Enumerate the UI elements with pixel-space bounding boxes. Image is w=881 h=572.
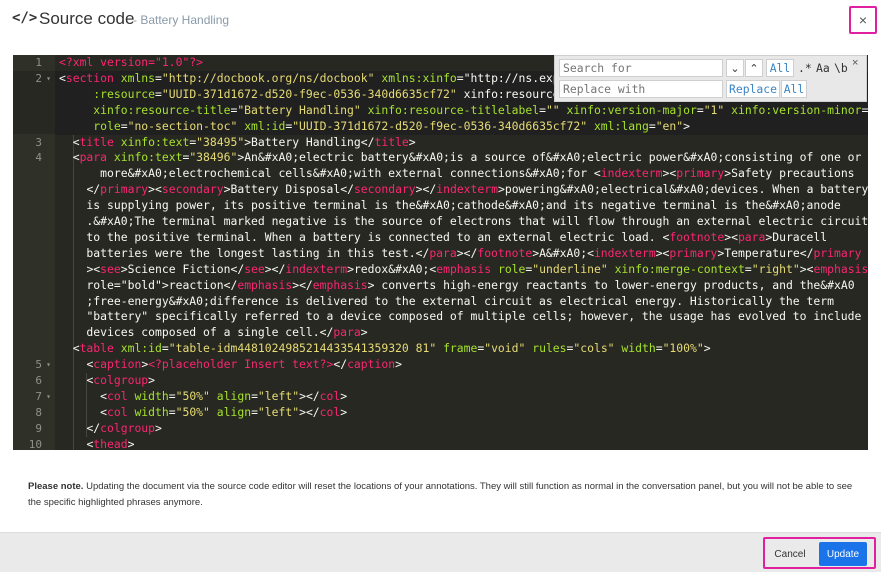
code-line: <title xinfo:text="38495">Battery Handli… <box>72 134 416 149</box>
replace-input[interactable] <box>559 80 723 98</box>
regex-toggle[interactable]: .* <box>798 59 812 77</box>
line-number <box>13 182 55 198</box>
line-number: 3 <box>13 135 55 151</box>
line-number <box>13 86 55 103</box>
case-sensitive-toggle[interactable]: Aa <box>816 59 830 77</box>
line-number-text: 7 <box>35 389 42 403</box>
line-number-text: 9 <box>35 421 42 435</box>
update-button[interactable]: Update <box>819 542 867 566</box>
code-line: xinfo:resource-title="Battery Handling" … <box>93 102 868 117</box>
line-number <box>13 230 55 246</box>
code-area[interactable]: <?xml version="1.0"?> <section xmlns="htt… <box>55 55 868 450</box>
line-number: 4 <box>13 150 55 166</box>
code-line: <colgroup> <box>86 373 156 387</box>
chevron-up-icon: ⌃ <box>749 62 759 75</box>
line-number: 10 <box>13 437 55 450</box>
code-line: batteries were the longest lasting in th… <box>59 245 862 260</box>
whole-word-toggle[interactable]: \b <box>834 59 848 77</box>
code-line: <col width="50%" align="left"></col> <box>100 404 348 419</box>
close-icon: × <box>858 12 868 28</box>
line-number <box>13 198 55 214</box>
line-number <box>13 166 55 182</box>
find-all-button[interactable]: All <box>766 59 794 77</box>
line-number: 6 <box>13 373 55 389</box>
cancel-button[interactable]: Cancel <box>769 542 811 566</box>
code-line: <col width="50%" align="left"></col> <box>100 388 348 403</box>
line-number-text: 10 <box>28 437 42 450</box>
code-line: <table xml:id="table-idm4481024985214433… <box>72 341 711 356</box>
close-button[interactable]: × <box>849 6 877 34</box>
code-line: .&#xA0;The terminal marked negative is t… <box>59 214 868 228</box>
code-line: :resource="UUID-371d1672-d520-f9ec-0536-… <box>93 86 581 101</box>
search-input[interactable] <box>559 59 723 77</box>
fold-toggle-icon[interactable]: ▾ <box>46 389 51 405</box>
note-heading: Please note. <box>28 481 84 492</box>
code-line: "battery" specifically referred to a dev… <box>86 309 862 324</box>
replace-all-button[interactable]: All <box>781 80 807 98</box>
code-line: <thead> <box>86 436 135 450</box>
code-line: </primary><secondary>Battery Disposal</s… <box>86 182 868 197</box>
line-number-text: 1 <box>35 56 42 69</box>
dialog-title: Source code <box>39 9 135 28</box>
line-number-text: 4 <box>35 151 42 165</box>
replace-button[interactable]: Replace <box>726 80 780 98</box>
line-number <box>13 118 55 135</box>
line-number-text: 3 <box>35 135 42 149</box>
dialog-header: </> Source code - Battery Handling × <box>0 0 881 40</box>
code-line: ;free-energy&#xA0;difference is delivere… <box>59 293 834 308</box>
dialog-subtitle: - Battery Handling <box>133 13 230 27</box>
chevron-down-icon: ⌄ <box>730 62 740 75</box>
line-number <box>13 294 55 310</box>
warning-note: Please note. Updating the document via t… <box>28 479 858 510</box>
line-number: 1 <box>13 55 55 71</box>
note-text: Updating the document via the source cod… <box>28 481 853 508</box>
code-line: <?xml version="1.0"?> <box>59 55 204 69</box>
fold-toggle-icon[interactable]: ▾ <box>46 357 51 373</box>
code-line: devices composed of a single cell.</para… <box>59 325 368 340</box>
code-line: is supplying power, its positive termina… <box>59 198 841 213</box>
line-number-gutter: 12▾345▾67▾891011▾ <box>13 55 55 450</box>
line-number-text: 2 <box>35 71 42 85</box>
line-number-text: 8 <box>35 405 42 419</box>
dialog-footer <box>0 532 881 572</box>
line-number <box>13 214 55 230</box>
code-line: more&#xA0;electrochemical cells&#xA0;wit… <box>59 166 855 181</box>
line-number <box>13 278 55 294</box>
code-line: role="no-section-toc" xml:id="UUID-371d1… <box>93 118 690 133</box>
fold-toggle-icon[interactable]: ▾ <box>46 71 51 87</box>
code-line: <caption><?placeholder Insert text?></ca… <box>86 357 402 372</box>
line-number <box>13 341 55 357</box>
find-previous-button[interactable]: ⌃ <box>745 59 763 77</box>
code-line: to the positive terminal. When a battery… <box>59 229 828 244</box>
line-number: 9 <box>13 421 55 437</box>
code-editor[interactable]: 12▾345▾67▾891011▾ <?xml version="1.0"?><… <box>13 55 868 450</box>
code-line: <para xinfo:text="38496">An&#xA0;electri… <box>72 150 862 165</box>
line-number-text: 6 <box>35 374 42 387</box>
line-number <box>13 325 55 341</box>
code-icon: </> <box>12 10 38 26</box>
line-number: 2 ▾ <box>13 70 55 87</box>
code-line: ><see>Science Fiction</see></indexterm>r… <box>86 261 868 276</box>
search-close-icon[interactable]: × <box>852 57 858 69</box>
line-number: 5 ▾ <box>13 357 55 373</box>
line-number <box>13 262 55 278</box>
line-number <box>13 246 55 262</box>
line-number <box>13 102 55 119</box>
search-replace-panel: ⌄ ⌃ All .* Aa \b × Replace All <box>554 55 867 102</box>
code-line: <section xmlns="http://docbook.org/ns/do… <box>59 70 574 85</box>
code-line: </colgroup> <box>86 420 162 435</box>
line-number: 8 <box>13 405 55 421</box>
line-number: 7 ▾ <box>13 389 55 405</box>
find-next-button[interactable]: ⌄ <box>726 59 744 77</box>
line-number-text: 5 <box>35 358 42 372</box>
code-line: role="bold">reaction</emphasis></emphasi… <box>86 277 855 292</box>
line-number <box>13 309 55 325</box>
